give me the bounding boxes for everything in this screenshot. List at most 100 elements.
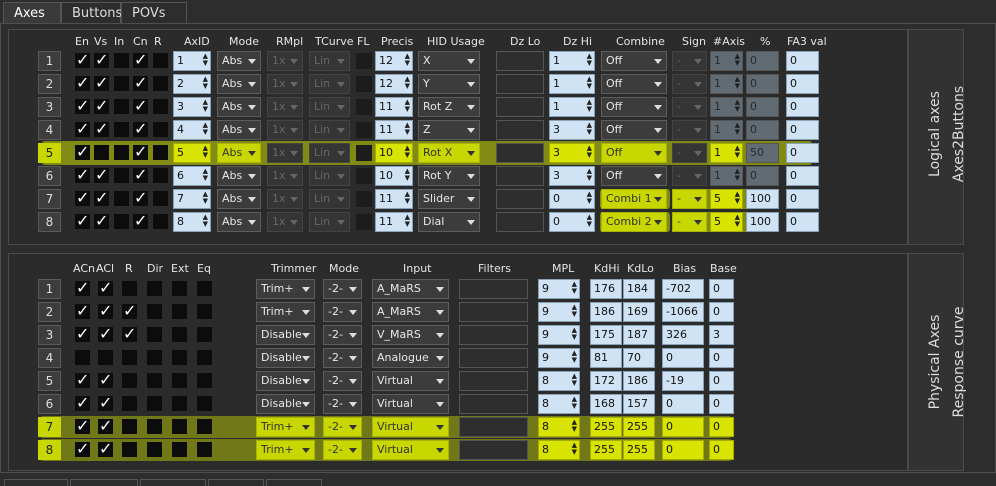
spin-arrows-icon[interactable]: ▲ ▼ [405, 76, 410, 90]
rmpl-dropdown[interactable]: 1x [267, 51, 303, 71]
vs-checkbox[interactable] [94, 119, 109, 138]
spin-arrows-icon[interactable]: ▲ ▼ [203, 145, 208, 159]
en-checkbox[interactable] [75, 73, 90, 92]
ext-checkbox[interactable] [172, 419, 187, 434]
ext-checkbox[interactable] [172, 442, 187, 457]
fl-checkbox[interactable] [356, 191, 372, 207]
hid-usage-dropdown[interactable]: Y [418, 74, 480, 94]
mpl-spinner[interactable]: 9 ▲ ▼ [538, 348, 580, 368]
base-field[interactable]: 0 [709, 279, 734, 299]
sign-dropdown[interactable]: - [672, 97, 707, 117]
mode-dropdown[interactable]: Abs [217, 74, 261, 94]
dir-checkbox[interactable] [147, 419, 162, 434]
sign-dropdown[interactable]: - [672, 212, 707, 232]
input-dropdown[interactable]: Virtual [372, 417, 449, 437]
fl-checkbox[interactable] [356, 145, 372, 161]
kdhi-field[interactable]: 176 [590, 279, 622, 299]
cn-checkbox[interactable] [133, 73, 148, 92]
row-number-button[interactable]: 7 [38, 189, 61, 209]
dir-checkbox[interactable] [147, 304, 162, 319]
bias-field[interactable]: 0 [662, 348, 704, 368]
dzlo-field[interactable] [496, 120, 544, 140]
rmpl-dropdown[interactable]: 1x [267, 120, 303, 140]
en-checkbox[interactable] [75, 211, 90, 230]
sign-dropdown[interactable]: - [672, 143, 707, 163]
acn-checkbox[interactable] [75, 393, 90, 412]
filters-field[interactable] [459, 279, 528, 299]
trimmer-dropdown[interactable]: Disable [256, 348, 315, 368]
tab-axes[interactable]: Axes [3, 2, 61, 24]
dzhi-spinner[interactable]: 3 ▲ ▼ [549, 166, 595, 186]
bottom-tab-4[interactable] [208, 479, 264, 486]
fl-checkbox[interactable] [356, 214, 372, 230]
mpl-spinner[interactable]: 9 ▲ ▼ [538, 325, 580, 345]
dir-checkbox[interactable] [147, 281, 162, 296]
acl-checkbox[interactable] [98, 393, 113, 412]
bias-field[interactable]: 0 [662, 394, 704, 414]
spin-arrows-icon[interactable]: ▲ ▼ [405, 145, 410, 159]
bottom-tab-3[interactable] [140, 479, 206, 486]
sign-dropdown[interactable]: - [672, 120, 707, 140]
row-number-button[interactable]: 1 [38, 279, 61, 299]
dzlo-field[interactable] [496, 166, 544, 186]
en-checkbox[interactable] [75, 119, 90, 138]
naxis-spinner[interactable]: 1 ▲ ▼ [710, 97, 743, 117]
mpl-spinner[interactable]: 8 ▲ ▼ [538, 417, 580, 437]
kdlo-field[interactable]: 187 [623, 325, 655, 345]
trimmer-dropdown[interactable]: Trim+ [256, 417, 315, 437]
in-checkbox[interactable] [114, 145, 129, 160]
naxis-spinner[interactable]: 1 ▲ ▼ [710, 120, 743, 140]
ext-checkbox[interactable] [172, 304, 187, 319]
trimmer-dropdown[interactable]: Trim+ [256, 440, 315, 460]
fl-checkbox[interactable] [356, 168, 372, 184]
filters-field[interactable] [459, 302, 528, 322]
acn-checkbox[interactable] [75, 370, 90, 389]
row-number-button[interactable]: 4 [38, 348, 61, 368]
axid-spinner[interactable]: 2 ▲ ▼ [173, 74, 211, 94]
trimmer-dropdown[interactable]: Trim+ [256, 302, 315, 322]
hid-usage-dropdown[interactable]: X [418, 51, 480, 71]
spin-arrows-icon[interactable]: ▲ ▼ [572, 304, 577, 318]
trimmer-dropdown[interactable]: Disable [256, 371, 315, 391]
mode-dropdown[interactable]: Abs [217, 189, 261, 209]
bias-field[interactable]: -19 [662, 371, 704, 391]
vs-checkbox[interactable] [94, 188, 109, 207]
cn-checkbox[interactable] [133, 119, 148, 138]
kdlo-field[interactable]: 70 [623, 348, 655, 368]
kdlo-field[interactable]: 255 [623, 440, 655, 460]
eq-checkbox[interactable] [197, 442, 212, 457]
r-checkbox[interactable] [153, 145, 168, 160]
mode-dropdown[interactable]: Abs [217, 166, 261, 186]
dzhi-spinner[interactable]: 3 ▲ ▼ [549, 143, 595, 163]
kdlo-field[interactable]: 169 [623, 302, 655, 322]
acl-checkbox[interactable] [98, 370, 113, 389]
mode-dropdown[interactable]: -2- [323, 394, 362, 414]
bottom-tab-5[interactable] [266, 479, 322, 486]
combine-dropdown[interactable]: Combi 2 [601, 212, 667, 232]
spin-arrows-icon[interactable]: ▲ ▼ [572, 327, 577, 341]
dir-checkbox[interactable] [147, 350, 162, 365]
spin-arrows-icon[interactable]: ▲ ▼ [735, 122, 740, 136]
spin-arrows-icon[interactable]: ▲ ▼ [735, 145, 740, 159]
r-checkbox[interactable] [153, 53, 168, 68]
percent-field[interactable]: 0 [746, 74, 779, 94]
acl-checkbox[interactable] [98, 350, 113, 365]
spin-arrows-icon[interactable]: ▲ ▼ [587, 168, 592, 182]
naxis-spinner[interactable]: 5 ▲ ▼ [710, 212, 743, 232]
kdhi-field[interactable]: 255 [590, 417, 622, 437]
acl-checkbox[interactable] [98, 416, 113, 435]
naxis-spinner[interactable]: 5 ▲ ▼ [710, 189, 743, 209]
hid-usage-dropdown[interactable]: Z [418, 120, 480, 140]
row-number-button[interactable]: 4 [38, 120, 61, 140]
tcurve-dropdown[interactable]: Lin [309, 143, 350, 163]
percent-field[interactable]: 0 [746, 166, 779, 186]
dir-checkbox[interactable] [147, 327, 162, 342]
spin-arrows-icon[interactable]: ▲ ▼ [572, 281, 577, 295]
fa3-field[interactable]: 0 [786, 97, 819, 117]
spin-arrows-icon[interactable]: ▲ ▼ [735, 191, 740, 205]
in-checkbox[interactable] [114, 191, 129, 206]
axid-spinner[interactable]: 4 ▲ ▼ [173, 120, 211, 140]
base-field[interactable]: 0 [709, 417, 734, 437]
filters-field[interactable] [459, 417, 528, 437]
trimmer-dropdown[interactable]: Trim+ [256, 279, 315, 299]
